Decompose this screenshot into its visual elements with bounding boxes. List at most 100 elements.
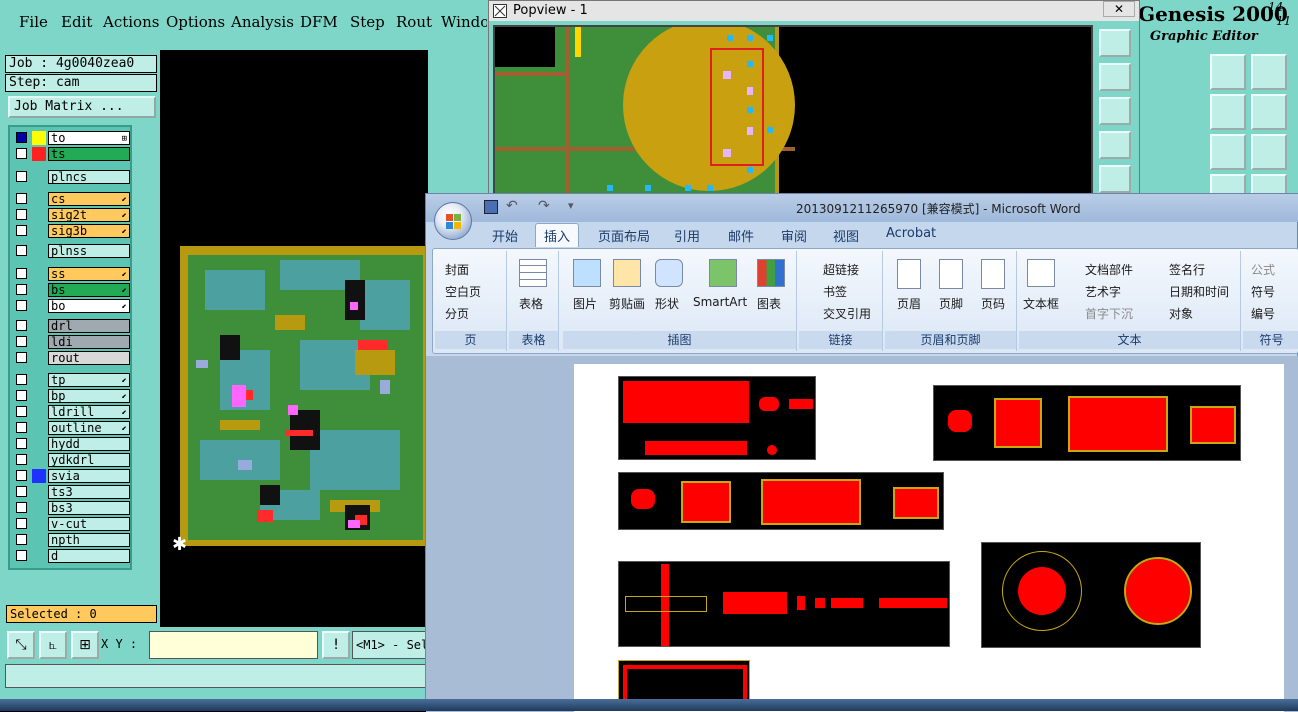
- page-break-button[interactable]: 分页: [445, 305, 469, 322]
- tab-home[interactable]: 开始: [492, 226, 518, 245]
- date-time-button[interactable]: 日期和时间: [1169, 283, 1229, 300]
- equation-button[interactable]: 公式: [1251, 261, 1275, 278]
- zoom-out-icon[interactable]: [1210, 134, 1246, 170]
- menu-step[interactable]: Step: [350, 13, 385, 31]
- layer-color-swatch[interactable]: [32, 469, 46, 483]
- popview-right-icon[interactable]: [1099, 165, 1131, 193]
- layer-checkbox[interactable]: [16, 132, 27, 143]
- grid-icon[interactable]: ⊞: [71, 631, 99, 659]
- signature-line-button[interactable]: 签名行: [1169, 261, 1205, 278]
- undo-icon[interactable]: ↶: [506, 198, 518, 214]
- layer-row[interactable]: bp ⬋: [12, 389, 130, 403]
- bookmark-button[interactable]: 书签: [823, 283, 847, 300]
- layer-row[interactable]: plncs: [12, 170, 130, 184]
- tab-references[interactable]: 引用: [674, 226, 700, 245]
- layer-checkbox[interactable]: [16, 245, 27, 256]
- tab-page-layout[interactable]: 页面布局: [598, 226, 650, 245]
- layer-name[interactable]: ss ⬋: [48, 267, 130, 281]
- popview-canvas[interactable]: [493, 25, 1093, 199]
- popview-close-button[interactable]: ✕: [1103, 1, 1135, 17]
- layer-name[interactable]: hydd: [48, 437, 130, 451]
- pcb-canvas[interactable]: ✱: [160, 50, 428, 627]
- layer-checkbox[interactable]: [16, 320, 27, 331]
- layer-name[interactable]: bp ⬋: [48, 389, 130, 403]
- layer-row[interactable]: ts3: [12, 485, 130, 499]
- layer-color-swatch[interactable]: [32, 147, 46, 161]
- layer-checkbox[interactable]: [16, 268, 27, 279]
- hyperlink-button[interactable]: 超链接: [823, 261, 859, 278]
- layer-row[interactable]: ydkdrl: [12, 453, 130, 467]
- layer-checkbox[interactable]: [16, 193, 27, 204]
- layer-checkbox[interactable]: [16, 486, 27, 497]
- layer-checkbox[interactable]: [16, 454, 27, 465]
- textbox-button[interactable]: 文本框: [1023, 295, 1059, 312]
- layer-checkbox[interactable]: [16, 352, 27, 363]
- blank-page-button[interactable]: 空白页: [445, 283, 481, 300]
- xy-input[interactable]: [149, 631, 318, 659]
- zoom-fit-icon[interactable]: ⤡: [7, 631, 35, 659]
- object-button[interactable]: 对象: [1169, 305, 1193, 322]
- layer-row[interactable]: sig2t ⬋: [12, 208, 130, 222]
- pcb-image-3[interactable]: [618, 472, 944, 530]
- tab-view[interactable]: 视图: [833, 226, 859, 245]
- layer-checkbox[interactable]: [16, 390, 27, 401]
- menu-actions[interactable]: Actions: [103, 13, 159, 31]
- zoom-in-icon[interactable]: [1251, 134, 1287, 170]
- layer-name[interactable]: drl: [48, 319, 130, 333]
- snap-icon[interactable]: ⦜: [39, 631, 67, 659]
- layer-name[interactable]: tp ⬋: [48, 373, 130, 387]
- layer-name[interactable]: bs ⬋: [48, 283, 130, 297]
- layer-checkbox[interactable]: [16, 518, 27, 529]
- pcb-image-4[interactable]: [618, 561, 950, 647]
- popview-up-icon[interactable]: [1099, 63, 1131, 91]
- layer-row[interactable]: bs3: [12, 501, 130, 515]
- layer-row[interactable]: cs ⬋: [12, 192, 130, 206]
- layer-row[interactable]: ldrill ⬋: [12, 405, 130, 419]
- layer-checkbox[interactable]: [16, 470, 27, 481]
- layer-name[interactable]: npth: [48, 533, 130, 547]
- layer-name[interactable]: ldrill ⬋: [48, 405, 130, 419]
- cover-page-button[interactable]: 封面: [445, 261, 469, 278]
- numbering-button[interactable]: 编号: [1251, 305, 1275, 322]
- document-page[interactable]: [574, 364, 1284, 712]
- layer-name[interactable]: plnss: [48, 244, 130, 258]
- layer-name[interactable]: bo ⬋: [48, 299, 130, 313]
- layer-row[interactable]: plnss: [12, 244, 130, 258]
- menu-options[interactable]: Options: [166, 13, 225, 31]
- layer-name[interactable]: rout: [48, 351, 130, 365]
- page-number-button[interactable]: 页码: [981, 295, 1005, 312]
- layer-checkbox[interactable]: [16, 209, 27, 220]
- info-icon[interactable]: !: [322, 631, 350, 659]
- pcb-image-5[interactable]: [981, 542, 1201, 648]
- layer-checkbox[interactable]: [16, 148, 27, 159]
- layer-row[interactable]: drl: [12, 319, 130, 333]
- layer-row[interactable]: bs ⬋: [12, 283, 130, 297]
- menu-analysis[interactable]: Analysis: [231, 13, 294, 31]
- layer-checkbox[interactable]: [16, 502, 27, 513]
- menu-dfm[interactable]: DFM: [300, 13, 338, 31]
- layer-row[interactable]: ts: [12, 147, 130, 161]
- move-up-icon[interactable]: [1210, 54, 1246, 90]
- layer-checkbox[interactable]: [16, 438, 27, 449]
- move-right-icon[interactable]: [1251, 94, 1287, 130]
- layer-checkbox[interactable]: [16, 550, 27, 561]
- drop-cap-button[interactable]: 首字下沉: [1085, 305, 1133, 322]
- layer-name[interactable]: ts: [48, 147, 130, 161]
- layer-name[interactable]: outline ⬋: [48, 421, 130, 435]
- layer-row[interactable]: v-cut: [12, 517, 130, 531]
- layer-name[interactable]: cs ⬋: [48, 192, 130, 206]
- tab-insert[interactable]: 插入: [535, 223, 580, 247]
- layer-row[interactable]: npth: [12, 533, 130, 547]
- layer-checkbox[interactable]: [16, 422, 27, 433]
- menu-rout[interactable]: Rout: [396, 13, 432, 31]
- popview-down-icon[interactable]: [1099, 97, 1131, 125]
- layer-row[interactable]: rout: [12, 351, 130, 365]
- table-button[interactable]: 表格: [519, 295, 543, 312]
- layer-name[interactable]: sig3b ⬋: [48, 224, 130, 238]
- menu-file[interactable]: File: [19, 13, 48, 31]
- layer-row[interactable]: bo ⬋: [12, 299, 130, 313]
- layer-checkbox[interactable]: [16, 336, 27, 347]
- layer-name[interactable]: to ⊞: [48, 131, 130, 145]
- layer-name[interactable]: plncs: [48, 170, 130, 184]
- layer-color-swatch[interactable]: [32, 131, 46, 145]
